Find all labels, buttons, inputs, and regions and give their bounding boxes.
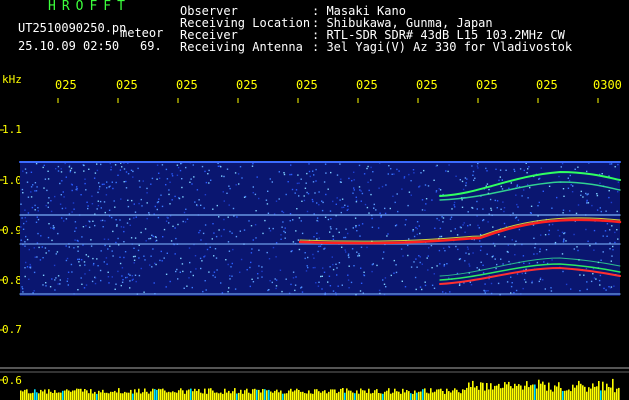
meteor-count: 69. <box>140 39 162 53</box>
antenna-value: : 3el Yagi(V) Az 330 for Vladivostok <box>312 40 573 54</box>
time-tick: 025 <box>236 78 258 92</box>
file-name: UT2510090250.pn <box>18 21 127 35</box>
time-tick: 025 <box>176 78 198 92</box>
frequency-tick-marks <box>0 129 4 381</box>
frequency-unit-label: kHz <box>2 73 22 86</box>
signal-level-strip <box>20 378 620 400</box>
time-tick: 025 <box>296 78 318 92</box>
app-brand: HROFFT <box>48 0 131 14</box>
time-tick: 025 <box>476 78 498 92</box>
hrofft-window: HROFFT UT2510090250.pn meteor 25.10.09 0… <box>0 0 629 400</box>
file-suffix: meteor <box>120 26 164 40</box>
recording-datetime: 25.10.09 02:50 <box>18 39 120 53</box>
time-tick: 0300 <box>593 78 622 92</box>
time-tick: 025 <box>116 78 138 92</box>
spectrogram-plot <box>0 98 629 400</box>
time-tick: 025 <box>536 78 558 92</box>
time-tick-marks <box>57 98 599 103</box>
time-tick: 025 <box>356 78 378 92</box>
antenna-label: Receiving Antenna <box>180 40 303 54</box>
time-tick: 025 <box>55 78 77 92</box>
time-tick: 025 <box>416 78 438 92</box>
